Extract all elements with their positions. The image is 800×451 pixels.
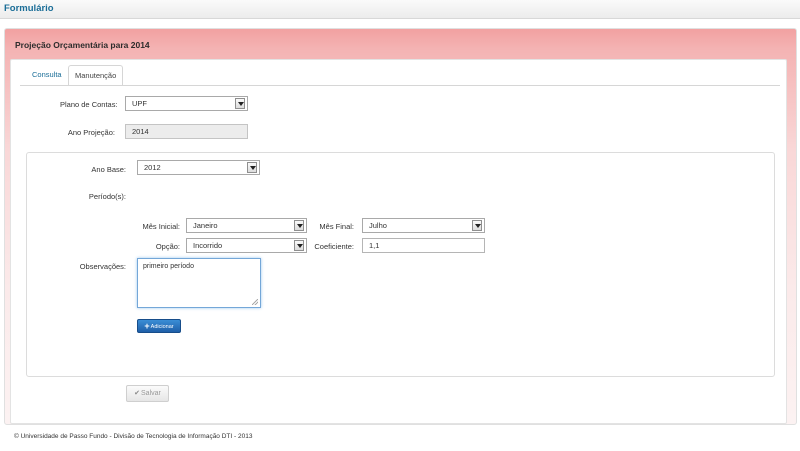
save-button-label: Salvar	[141, 390, 161, 397]
plano-contas-select[interactable]: UPF	[125, 96, 248, 111]
tab-divider	[20, 85, 780, 86]
observacoes-value: primeiro período	[143, 263, 194, 270]
coeficiente-input[interactable]: 1,1	[362, 238, 485, 253]
observacoes-textarea[interactable]: primeiro período	[137, 258, 261, 308]
check-icon: ✔	[134, 390, 141, 397]
mes-final-label: Mês Final:	[319, 222, 354, 231]
page-title: Formulário	[4, 3, 54, 14]
tab-manutencao[interactable]: Manutenção	[68, 65, 124, 86]
observacoes-label: Observações:	[79, 262, 126, 271]
mes-inicial-label: Mês Inicial:	[142, 222, 180, 231]
periodos-label: Período(s):	[88, 192, 126, 201]
chevron-down-icon[interactable]	[235, 98, 245, 109]
opcao-select[interactable]: Incorrido	[186, 238, 307, 253]
mes-inicial-select[interactable]: Janeiro	[186, 218, 307, 233]
coeficiente-label: Coeficiente:	[314, 242, 354, 251]
ano-base-select[interactable]: 2012	[137, 160, 260, 175]
tab-consulta[interactable]: Consulta	[26, 65, 68, 85]
top-bar: Formulário	[0, 0, 800, 19]
resize-grip-icon[interactable]	[252, 299, 258, 305]
chevron-down-icon[interactable]	[472, 220, 482, 231]
mes-inicial-value: Janeiro	[193, 221, 218, 230]
save-button[interactable]: ✔Salvar	[126, 385, 169, 402]
chevron-down-icon[interactable]	[294, 240, 304, 251]
mes-final-value: Julho	[369, 221, 387, 230]
plano-contas-label: Plano de Contas:	[60, 100, 118, 109]
ano-base-label: Ano Base:	[91, 165, 126, 174]
plano-contas-value: UPF	[132, 99, 147, 108]
opcao-label: Opção:	[155, 242, 180, 251]
opcao-value: Incorrido	[193, 241, 223, 250]
ano-projecao-field: 2014	[125, 124, 248, 139]
add-button[interactable]: +Adicionar	[137, 319, 181, 333]
footer-text: © Universidade de Passo Fundo - Divisão …	[14, 433, 253, 440]
plus-icon: +	[144, 321, 150, 331]
panel-header: Projeção Orçamentária para 2014	[15, 40, 150, 50]
chevron-down-icon[interactable]	[247, 162, 257, 173]
chevron-down-icon[interactable]	[294, 220, 304, 231]
ano-projecao-label: Ano Projeção:	[67, 128, 115, 137]
add-button-label: Adicionar	[150, 324, 174, 330]
ano-base-value: 2012	[144, 163, 161, 172]
mes-final-select[interactable]: Julho	[362, 218, 485, 233]
